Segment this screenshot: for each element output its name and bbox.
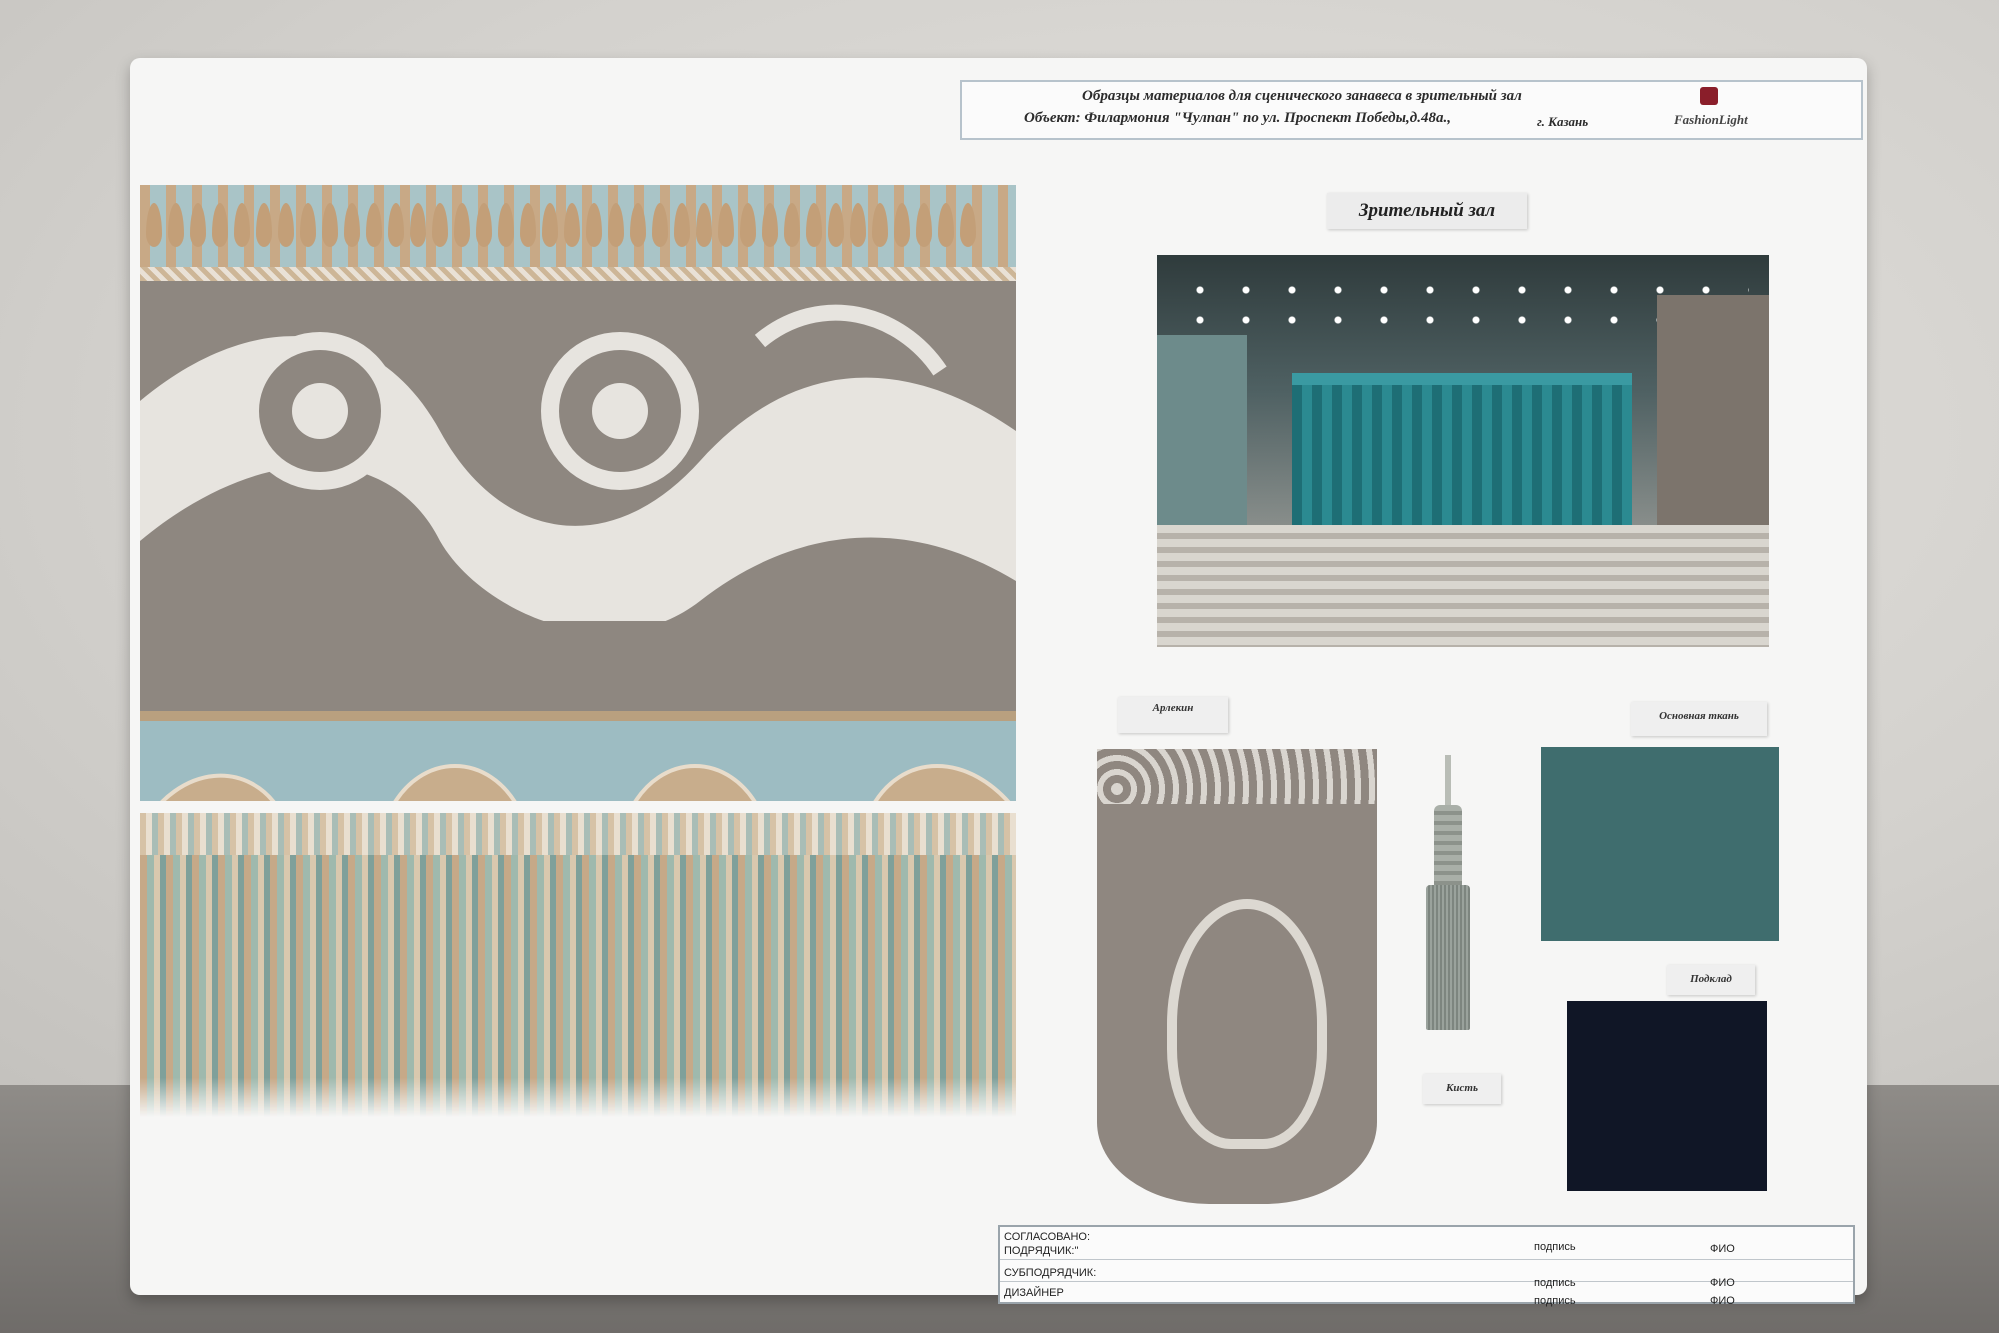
name-label-1: ФИО: [1710, 1243, 1735, 1255]
tassel-head: [1434, 805, 1462, 890]
lambrequin-sample: [140, 185, 1016, 1117]
contractor-label: ПОДРЯДЧИК:": [1004, 1245, 1079, 1257]
harlequin-sample: [1097, 749, 1377, 1204]
sign-label-3: подпись: [1534, 1295, 1576, 1307]
label-lining: Подклад: [1667, 965, 1755, 995]
stage-curtain: [1292, 385, 1632, 525]
tassel-sample: [1426, 885, 1470, 1030]
embroidered-band: [140, 281, 1016, 801]
logo-text: FashionLight: [1674, 112, 1748, 127]
sign-label-1: подпись: [1534, 1241, 1576, 1253]
label-harlequin: Арлекин: [1118, 697, 1228, 733]
label-tassel: Кисть: [1423, 1074, 1501, 1104]
sign-label-2: подпись: [1534, 1277, 1576, 1289]
main-fabric-swatch: [1541, 747, 1779, 941]
signature-block: СОГЛАСОВАНО: ПОДРЯДЧИК:" СУБПОДРЯДЧИК: Д…: [998, 1225, 1855, 1307]
lining-swatch: [1567, 1001, 1767, 1191]
auditorium-photo: [1157, 255, 1769, 647]
designer-label: ДИЗАЙНЕР: [1004, 1287, 1064, 1299]
label-main-fabric: Основная ткань: [1631, 702, 1767, 736]
agreed-label: СОГЛАСОВАНО:: [1004, 1231, 1091, 1243]
lace-trim: [140, 185, 1016, 273]
logo-icon: [1700, 87, 1718, 105]
fringe: [140, 855, 1016, 1117]
rope-trim: [140, 267, 1016, 281]
name-label-3: ФИО: [1710, 1295, 1735, 1307]
header-title: Образцы материалов для сценического зана…: [1082, 88, 1522, 104]
board-header: Образцы материалов для сценического зана…: [960, 80, 1863, 140]
auditorium-seats: [1157, 525, 1769, 647]
name-label-2: ФИО: [1710, 1277, 1735, 1289]
wave-band: [140, 711, 1016, 801]
hall-title: Зрительный зал: [1327, 193, 1527, 229]
fringe-header: [140, 813, 1016, 855]
header-object: Объект: Филармония "Чулпан" по ул. Просп…: [1024, 110, 1451, 126]
header-city: г. Казань: [1537, 114, 1589, 129]
subcontractor-label: СУБПОДРЯДЧИК:: [1004, 1267, 1097, 1279]
